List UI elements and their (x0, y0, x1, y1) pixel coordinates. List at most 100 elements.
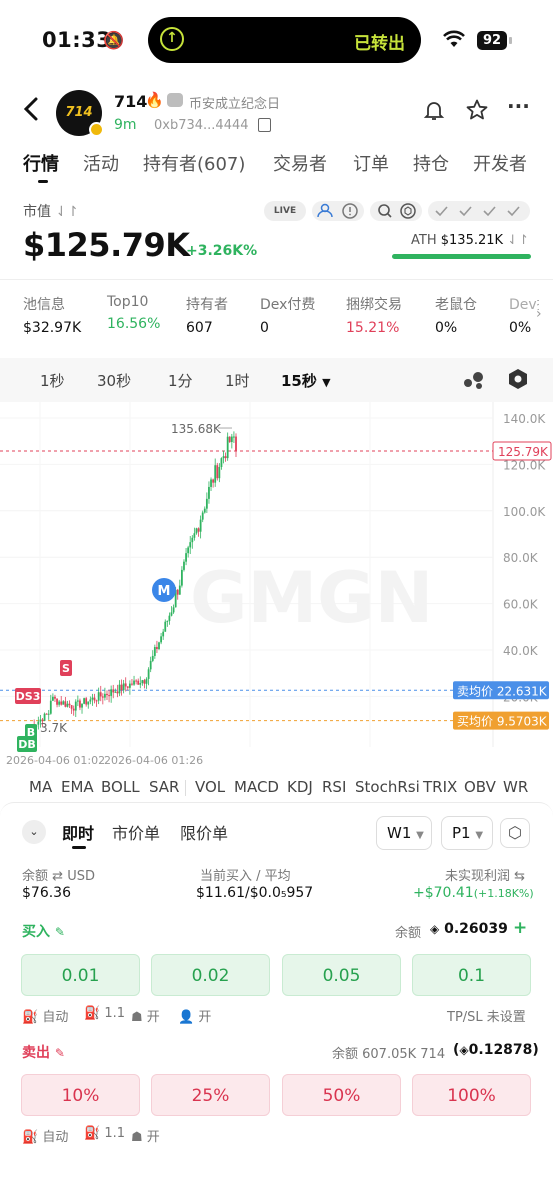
more-icon[interactable]: ··· (507, 94, 530, 118)
interval-1m[interactable]: 1分 (168, 370, 193, 391)
interval-1s[interactable]: 1秒 (40, 370, 65, 391)
indicator-ma[interactable]: MA (29, 778, 52, 796)
marker-label: S (62, 662, 70, 675)
stats-row: 池信息 $32.97K Top10 16.56% 持有者 607 Dex付费 0 捆绑交… (0, 294, 553, 344)
dev-marker-label: M (158, 584, 171, 599)
stat-dev[interactable]: Dev持0% (509, 294, 539, 336)
sell-slippage-auto[interactable]: ⛽ 自动 (22, 1126, 68, 1145)
candle (64, 701, 67, 707)
tab-market[interactable]: 行情 (23, 150, 59, 176)
interval-15s[interactable]: 15秒 ▼ (281, 370, 331, 391)
sell-button-25[interactable]: 25% (151, 1074, 270, 1116)
indicator-rsi[interactable]: RSI (322, 778, 346, 796)
buy-slippage-auto[interactable]: ⛽ 自动 (22, 1006, 68, 1025)
sell-gas-option[interactable]: ⛽ 1.1 (84, 1126, 125, 1141)
dynamic-island[interactable]: ↑ 已转出 (148, 17, 421, 63)
indicator-vol[interactable]: VOL (195, 778, 225, 796)
tab-traders[interactable]: 交易者 (273, 150, 327, 176)
stat-insiders[interactable]: 老鼠仓 0% (435, 294, 477, 336)
stat-top10[interactable]: Top10 16.56% (107, 294, 160, 332)
sell-button-50[interactable]: 50% (282, 1074, 401, 1116)
buy-button-0.01[interactable]: 0.01 (21, 954, 140, 996)
checks-pill[interactable] (428, 201, 530, 221)
gear-icon[interactable]: ⬡ (500, 818, 530, 848)
settings-hex-icon[interactable] (507, 368, 529, 394)
candle (176, 589, 179, 595)
candle (74, 701, 77, 711)
search-pill[interactable] (370, 201, 422, 221)
order-tab-market[interactable]: 市价单 (112, 820, 160, 844)
indicator-ema[interactable]: EMA (61, 778, 94, 796)
bell-icon[interactable] (422, 98, 446, 128)
wifi-icon (443, 30, 465, 53)
buy-button-0.02[interactable]: 0.02 (151, 954, 270, 996)
order-tab-limit[interactable]: 限价单 (180, 820, 228, 844)
indicator-sar[interactable]: SAR (149, 778, 179, 796)
collapse-chevron-icon[interactable]: ⌄ (22, 820, 46, 844)
indicator-wr[interactable]: WR (503, 778, 528, 796)
sell-button-100[interactable]: 100% (412, 1074, 531, 1116)
candle (139, 683, 142, 685)
caret-down-icon: ▼ (322, 376, 331, 389)
candle (79, 700, 81, 708)
avatar-text: 714 (65, 105, 93, 120)
market-cap-label: 市值 ⇃↾ (23, 204, 79, 220)
candle (199, 519, 202, 532)
ath-display: ATH $135.21K ⇃↾ (411, 233, 529, 248)
copy-icon[interactable] (258, 118, 271, 132)
price-chart[interactable]: GMGN 135.68K 3.7K 2026-04-06 01:02 2026-04-… (0, 402, 553, 1128)
token-address[interactable]: 0xb734...4444 (154, 118, 249, 133)
indicator-obv[interactable]: OBV (464, 778, 496, 796)
preset-select[interactable]: P1 ▼ (441, 816, 493, 850)
stat-bundle[interactable]: 捆绑交易 15.21% (346, 294, 402, 336)
sell-button-10[interactable]: 10% (21, 1074, 140, 1116)
candle (153, 647, 156, 656)
indicator-trix[interactable]: TRIX (423, 778, 457, 796)
tab-holders[interactable]: 持有者(607) (143, 150, 245, 176)
indicator-kdj[interactable]: KDJ (287, 778, 313, 796)
buy-button-0.05[interactable]: 0.05 (282, 954, 401, 996)
back-arrow-icon[interactable] (22, 96, 40, 129)
star-icon[interactable] (465, 98, 489, 128)
stat-holders[interactable]: 持有者 607 (186, 294, 228, 336)
candle (128, 683, 131, 688)
buy-gas-option[interactable]: ⛽ 1.1 (84, 1006, 125, 1021)
candle (47, 713, 50, 715)
buy-anti-option[interactable]: 👤 开 (178, 1006, 211, 1025)
indicator-boll[interactable]: BOLL (101, 778, 140, 796)
balance-label: 余额 ⇄ USD (22, 869, 95, 884)
y-tick-label: 60.0K (503, 598, 539, 612)
chevron-right-icon[interactable]: › (536, 306, 542, 322)
wallet-select[interactable]: W1 ▼ (376, 816, 432, 850)
add-icon[interactable]: + (513, 918, 527, 938)
bubbles-icon[interactable] (462, 369, 486, 395)
interval-30s[interactable]: 30秒 (97, 370, 131, 391)
social-pill[interactable] (312, 201, 364, 221)
interval-1h[interactable]: 1时 (225, 370, 250, 391)
candle (93, 697, 96, 701)
stat-pool[interactable]: 池信息 $32.97K (23, 294, 81, 336)
battery-tip (509, 37, 512, 44)
token-avatar[interactable]: 714 (56, 90, 104, 137)
indicator-stochrsi[interactable]: StochRsi (355, 778, 420, 796)
candle (193, 533, 196, 538)
indicator-macd[interactable]: MACD (234, 778, 279, 796)
stat-dex-paid[interactable]: Dex付费 0 (260, 294, 315, 336)
candle (62, 701, 65, 705)
candle (89, 699, 92, 702)
buy-button-0.1[interactable]: 0.1 (412, 954, 531, 996)
fire-icon: 🔥 (145, 91, 164, 109)
sell-mev-option[interactable]: ☗ 开 (131, 1126, 160, 1145)
tab-activity[interactable]: 活动 (83, 150, 119, 176)
candle (226, 436, 229, 459)
tab-positions[interactable]: 持仓 (413, 150, 449, 176)
y-tick-label: 40.0K (503, 644, 539, 658)
tab-developer[interactable]: 开发者 (473, 150, 527, 176)
buy-mev-option[interactable]: ☗ 开 (131, 1006, 160, 1025)
tpsl-status[interactable]: TP/SL 未设置 (447, 1006, 526, 1025)
chart-canvas[interactable]: GMGN 135.68K 3.7K 2026-04-06 01:022026-04-… (0, 402, 553, 770)
tab-orders[interactable]: 订单 (353, 150, 389, 176)
candle (122, 683, 125, 691)
order-tab-instant[interactable]: 即时 (62, 820, 94, 844)
live-badge[interactable]: LIVE (264, 201, 306, 221)
